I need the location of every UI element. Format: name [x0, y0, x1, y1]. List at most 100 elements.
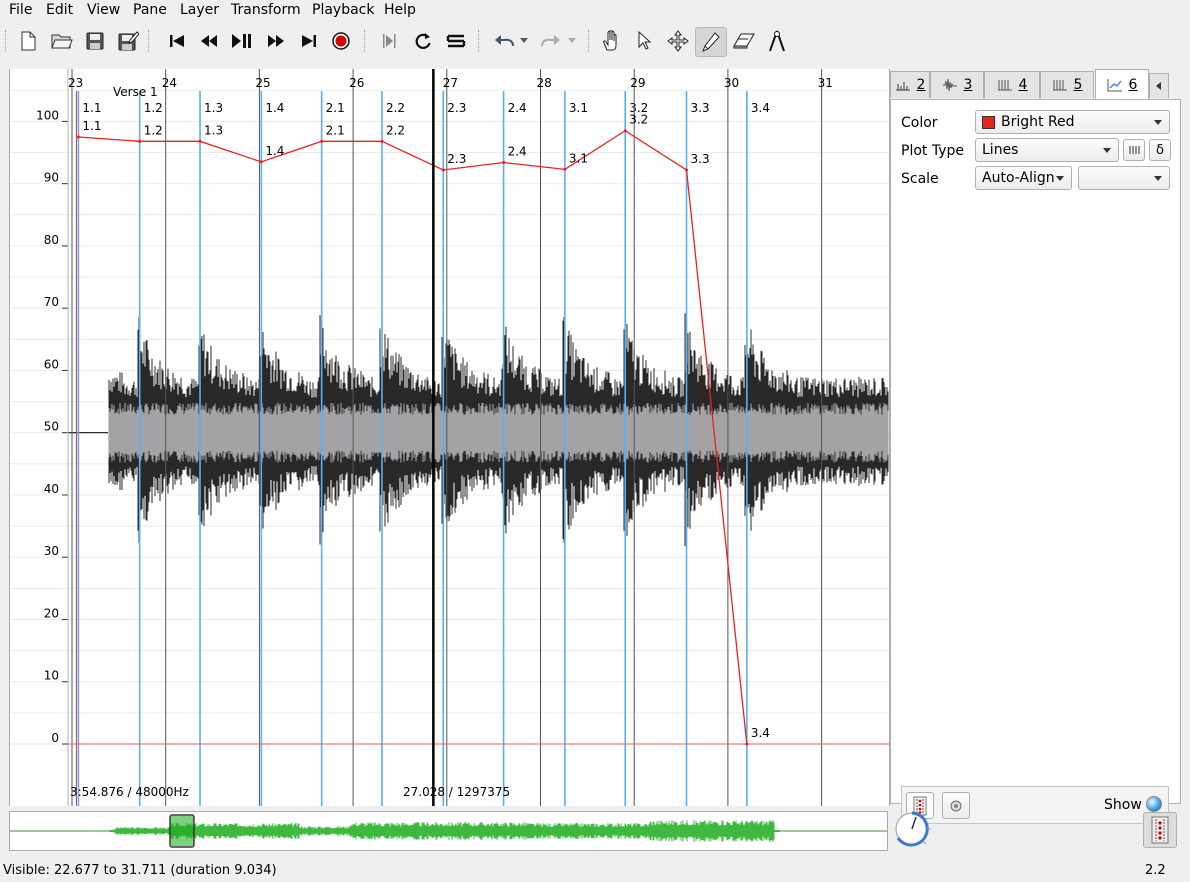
show-values-button[interactable]	[1123, 139, 1145, 161]
show-label: Show	[1104, 797, 1142, 813]
undo-menu-icon[interactable]	[517, 28, 531, 54]
bar-number: 26	[349, 76, 364, 90]
tab-scroll-left[interactable]	[1149, 73, 1169, 98]
solo-icon[interactable]	[443, 28, 469, 54]
plot-type-select[interactable]: Lines	[975, 138, 1119, 162]
series-point[interactable]	[623, 129, 627, 133]
bar-number: 28	[537, 76, 552, 90]
section-label: Verse 1	[113, 85, 158, 99]
point-label: 3.4	[751, 726, 770, 740]
y-tick-label: 70	[44, 295, 59, 309]
layer-properties: Color Bright Red Plot Type Lines δ Scale…	[890, 99, 1181, 824]
open-folder-icon[interactable]	[49, 28, 75, 54]
scale-secondary-select[interactable]	[1078, 166, 1170, 190]
play-pause-icon[interactable]	[229, 28, 255, 54]
vertical-zoom-knob[interactable]	[893, 809, 933, 849]
y-tick-label: 0	[51, 731, 59, 745]
derivative-button[interactable]: δ	[1149, 139, 1171, 161]
beat-label: 1.1	[82, 101, 101, 115]
save-as-icon[interactable]	[115, 28, 141, 54]
series-point[interactable]	[441, 168, 445, 172]
point-label: 1.3	[204, 123, 223, 137]
waveform-chart[interactable]: 1.1 1.2 1.3 1.4 2.1 2.2 2.3 2.4 3.1 3.2 3.3 3.4 23 2…	[10, 69, 889, 806]
series-point[interactable]	[320, 139, 324, 143]
save-icon[interactable]	[82, 28, 108, 54]
menu-transform[interactable]: Transform	[231, 2, 301, 18]
undo-icon[interactable]	[492, 28, 518, 54]
chevron-down-icon	[1103, 148, 1111, 153]
play-selection-icon[interactable]	[377, 28, 403, 54]
bar-number: 25	[255, 76, 270, 90]
tab-number: 5	[1073, 77, 1083, 93]
menu-layer[interactable]: Layer	[180, 2, 219, 18]
rewind-icon[interactable]	[196, 28, 222, 54]
waveform-layer-icon	[942, 78, 957, 92]
series-point[interactable]	[563, 167, 567, 171]
tab-layer-4[interactable]: 4	[984, 71, 1040, 98]
tab-layer-3[interactable]: 3	[930, 71, 984, 98]
select-arrow-icon[interactable]	[631, 28, 657, 54]
tab-layer-6[interactable]: 6	[1095, 69, 1149, 100]
y-tick-label: 30	[44, 544, 59, 558]
menu-file[interactable]: File	[9, 2, 32, 18]
overview-pane[interactable]	[9, 811, 888, 851]
beat-label: 2.1	[326, 101, 345, 115]
record-icon[interactable]	[328, 28, 354, 54]
menu-edit[interactable]: Edit	[46, 2, 73, 18]
series-point[interactable]	[138, 139, 142, 143]
time-instants-icon	[1052, 80, 1067, 91]
beat-label: 2.4	[508, 101, 527, 115]
redo-menu-icon[interactable]	[565, 28, 579, 54]
fast-forward-icon[interactable]	[263, 28, 289, 54]
layer-list-button[interactable]	[1143, 812, 1177, 848]
play-parameters-button[interactable]	[942, 792, 970, 819]
point-label: 3.2	[629, 113, 648, 127]
menu-help[interactable]: Help	[384, 2, 416, 18]
menu-view[interactable]: View	[87, 2, 120, 18]
measure-icon[interactable]	[764, 28, 790, 54]
navigate-hand-icon[interactable]	[598, 28, 624, 54]
series-point[interactable]	[259, 160, 263, 164]
series-point[interactable]	[685, 168, 689, 172]
erase-icon[interactable]	[731, 28, 757, 54]
y-tick-label: 60	[44, 357, 59, 371]
point-label: 3.3	[691, 152, 710, 166]
color-select[interactable]: Bright Red	[975, 110, 1170, 134]
cursor-position-readout: 27.028 / 1297375	[403, 785, 510, 799]
scale-select[interactable]: Auto-Align	[975, 166, 1072, 190]
new-file-icon[interactable]	[15, 28, 41, 54]
menu-playback[interactable]: Playback	[312, 2, 374, 18]
main-pane[interactable]: 1.1 1.2 1.3 1.4 2.1 2.2 2.3 2.4 3.1 3.2 3.3 3.4 23 2…	[9, 69, 890, 806]
series-point[interactable]	[745, 742, 749, 746]
menu-pane[interactable]: Pane	[133, 2, 167, 18]
bar-number: 31	[818, 76, 833, 90]
color-swatch	[982, 115, 995, 129]
series-point[interactable]	[380, 139, 384, 143]
bar-number: 29	[630, 76, 645, 90]
beat-label: 2.3	[447, 101, 466, 115]
redo-icon[interactable]	[537, 28, 563, 54]
scale-value: Auto-Align	[982, 170, 1055, 186]
series-point[interactable]	[198, 139, 202, 143]
beat-label: 3.3	[691, 101, 710, 115]
series-point[interactable]	[502, 160, 506, 164]
point-label: 1.1	[82, 119, 101, 133]
toolbar	[0, 24, 1190, 60]
bar-number: 30	[724, 76, 739, 90]
loop-icon[interactable]	[410, 28, 436, 54]
y-tick-label: 50	[44, 420, 59, 434]
tab-layer-5[interactable]: 5	[1040, 71, 1094, 98]
tab-layer-2[interactable]: 2	[890, 71, 930, 98]
ffwd-end-icon[interactable]	[296, 28, 322, 54]
tab-number: 6	[1128, 77, 1138, 93]
show-toggle[interactable]	[1146, 796, 1162, 812]
draw-pencil-icon[interactable]	[695, 27, 727, 57]
beat-label: 3.4	[751, 101, 770, 115]
rewind-start-icon[interactable]	[164, 28, 190, 54]
move-icon[interactable]	[665, 28, 691, 54]
series-point[interactable]	[76, 135, 80, 139]
time-instants-icon	[997, 80, 1012, 91]
chevron-down-icon	[1154, 176, 1162, 181]
visible-range-text: Visible: 22.677 to 31.711 (duration 9.03…	[3, 863, 277, 878]
color-label: Color	[901, 115, 938, 131]
